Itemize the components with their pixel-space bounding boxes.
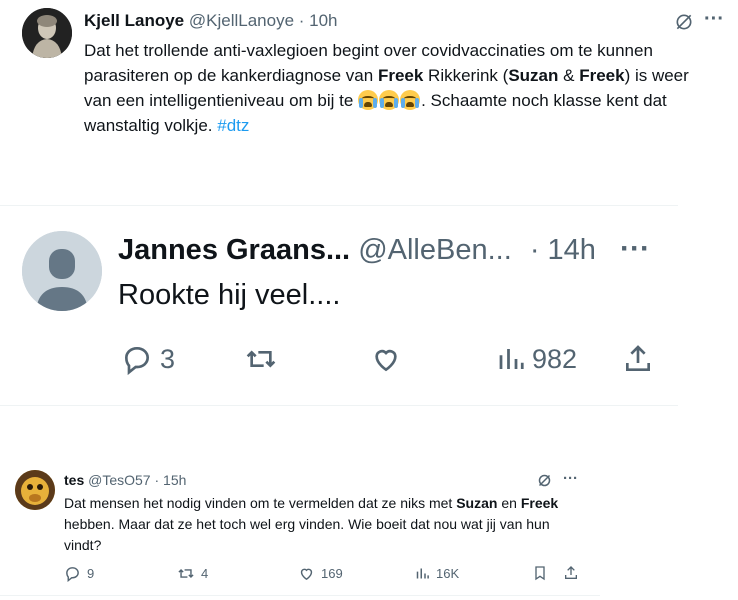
views-icon (499, 349, 524, 369)
share-icon (626, 345, 650, 371)
reply-icon (124, 346, 150, 375)
crying-emoji (400, 90, 421, 110)
like-icon (375, 349, 397, 372)
retweet-button[interactable] (243, 343, 279, 375)
share-icon (565, 566, 577, 579)
retweet-button[interactable]: 4 (177, 565, 208, 582)
display-name[interactable]: Jannes Graans... (118, 234, 350, 266)
reply-icon (66, 567, 79, 582)
display-name[interactable]: Kjell Lanoye (84, 11, 184, 30)
views-icon (416, 568, 429, 579)
like-icon (300, 568, 313, 581)
views-count: 16K (436, 566, 460, 581)
bookmark-button[interactable] (532, 564, 548, 582)
tweet-text: Dat het trollende anti-vaxlegioen begint… (84, 41, 689, 135)
share-button[interactable] (622, 342, 654, 376)
like-button[interactable] (369, 343, 403, 375)
display-name[interactable]: tes (64, 472, 84, 488)
divider (0, 405, 678, 406)
views-button[interactable]: 982 (496, 343, 577, 375)
tweet-header: Kjell Lanoye @KjellLanoye · 10h (84, 11, 338, 31)
handle[interactable]: @AlleBen... (358, 234, 512, 266)
crying-emoji (379, 90, 400, 110)
like-button[interactable]: 169 (298, 565, 343, 582)
divider (0, 205, 678, 206)
reply-count: 3 (160, 343, 176, 374)
views-count: 982 (532, 343, 578, 374)
default-avatar-icon (22, 231, 102, 311)
views-button[interactable]: 16K (415, 565, 459, 582)
reply-button[interactable]: 3 (120, 343, 175, 375)
more-icon[interactable]: ··· (620, 232, 650, 266)
tweet-header: tes @TesO57 · 15h (64, 472, 186, 488)
divider (0, 595, 600, 596)
timestamp[interactable]: · 10h (299, 11, 338, 30)
reply-count: 9 (87, 566, 95, 581)
more-icon[interactable]: ··· (704, 8, 724, 31)
like-count: 169 (321, 566, 343, 581)
tweet-text: Rookte hij veel.... (118, 279, 341, 311)
avatar[interactable] (22, 231, 102, 311)
retweet-icon (246, 350, 276, 368)
reply-button[interactable]: 9 (64, 565, 94, 582)
handle[interactable]: @KjellLanoye (189, 11, 294, 30)
share-button[interactable] (563, 564, 579, 582)
timestamp[interactable]: · 14h (530, 234, 596, 266)
tweet-text: Dat mensen het nodig vinden om te vermel… (64, 495, 559, 553)
hashtag-link[interactable]: #dtz (217, 116, 249, 135)
avatar[interactable] (15, 470, 55, 510)
avatar-image (15, 470, 55, 510)
avatar-image (22, 8, 72, 58)
grok-icon[interactable] (535, 471, 553, 489)
avatar[interactable] (22, 8, 72, 58)
bookmark-icon (535, 566, 545, 581)
more-icon[interactable]: ··· (563, 470, 578, 487)
timestamp[interactable]: · 15h (154, 472, 186, 488)
crying-emoji (358, 90, 379, 110)
tweet-header: Jannes Graans... @AlleBen... · 14h (118, 234, 596, 267)
handle[interactable]: @TesO57 (88, 472, 150, 488)
retweet-icon (178, 568, 194, 579)
retweet-count: 4 (201, 566, 209, 581)
grok-icon[interactable] (672, 10, 696, 34)
